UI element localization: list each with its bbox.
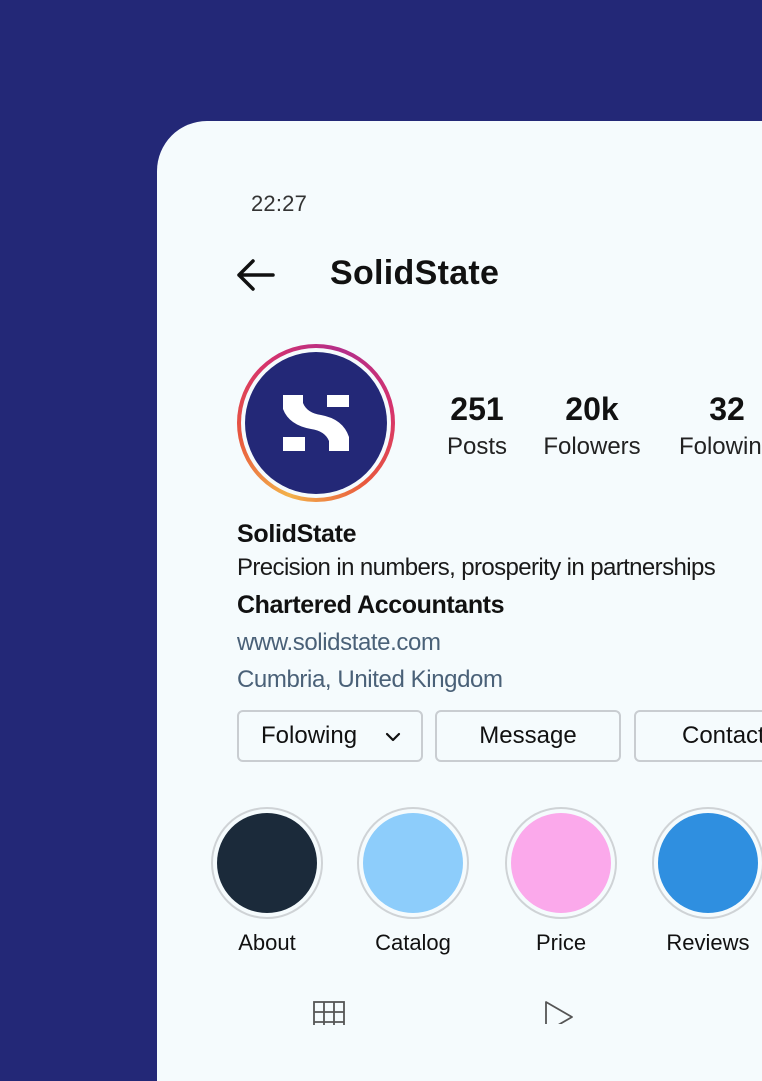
tab-grid[interactable] — [313, 1001, 345, 1033]
contact-button[interactable]: Contact — [634, 710, 762, 762]
status-time: 22:27 — [251, 191, 308, 216]
highlight-ring — [357, 807, 469, 919]
highlight-ring — [211, 807, 323, 919]
avatar-border — [241, 348, 391, 498]
tab-reels[interactable] — [543, 999, 575, 1033]
back-button[interactable] — [233, 255, 277, 295]
stat-posts-value: 251 — [450, 391, 504, 427]
profile-name: SolidState — [237, 520, 357, 548]
stat-posts-label: Posts — [446, 433, 508, 460]
profile-website-link[interactable]: www.solidstate.com — [237, 625, 762, 661]
highlight-cover — [363, 813, 463, 913]
highlight-price[interactable]: Price — [503, 807, 619, 957]
highlight-label: Price — [535, 930, 587, 955]
stat-followers-label: Folowers — [543, 433, 641, 460]
highlight-cover — [511, 813, 611, 913]
highlight-label: Reviews — [666, 930, 750, 955]
stat-posts[interactable]: 251 Posts — [432, 389, 522, 465]
phone-screen: 22:27 SolidState 251 Posts 20k Folowers … — [157, 121, 762, 1081]
highlight-cover — [217, 813, 317, 913]
highlight-reviews[interactable]: Reviews — [650, 807, 762, 957]
stat-following-value: 32 — [709, 391, 745, 427]
stat-following-label: Folowing — [678, 433, 762, 460]
profile-tagline: Precision in numbers, prosperity in part… — [237, 554, 716, 581]
highlight-label: Catalog — [375, 930, 451, 955]
message-button-label: Message — [479, 722, 577, 749]
avatar-image — [245, 352, 387, 494]
reels-icon — [545, 1001, 573, 1033]
solidstate-logo — [283, 395, 349, 451]
chevron-down-icon — [385, 732, 401, 742]
message-button[interactable]: Message — [435, 710, 621, 762]
highlight-ring — [652, 807, 762, 919]
profile-bio: SolidState Precision in numbers, prosper… — [237, 517, 762, 699]
stat-following[interactable]: 32 Folowing — [672, 389, 762, 465]
page-title: SolidState — [330, 254, 500, 292]
following-button-label: Folowing — [261, 722, 358, 749]
following-button[interactable]: Folowing — [237, 710, 423, 762]
highlight-catalog[interactable]: Catalog — [355, 807, 471, 957]
highlight-label: About — [238, 930, 296, 955]
profile-category: Chartered Accountants — [237, 591, 505, 619]
avatar[interactable] — [237, 344, 395, 502]
highlight-about[interactable]: About — [209, 807, 325, 957]
arrow-left-icon — [237, 259, 275, 291]
profile-location: Cumbria, United Kingdom — [237, 666, 503, 693]
stat-followers[interactable]: 20k Folowers — [537, 389, 647, 465]
highlight-ring — [505, 807, 617, 919]
highlight-cover — [658, 813, 758, 913]
grid-icon — [313, 1001, 345, 1033]
stat-followers-value: 20k — [565, 391, 619, 427]
contact-button-label: Contact — [682, 722, 762, 749]
